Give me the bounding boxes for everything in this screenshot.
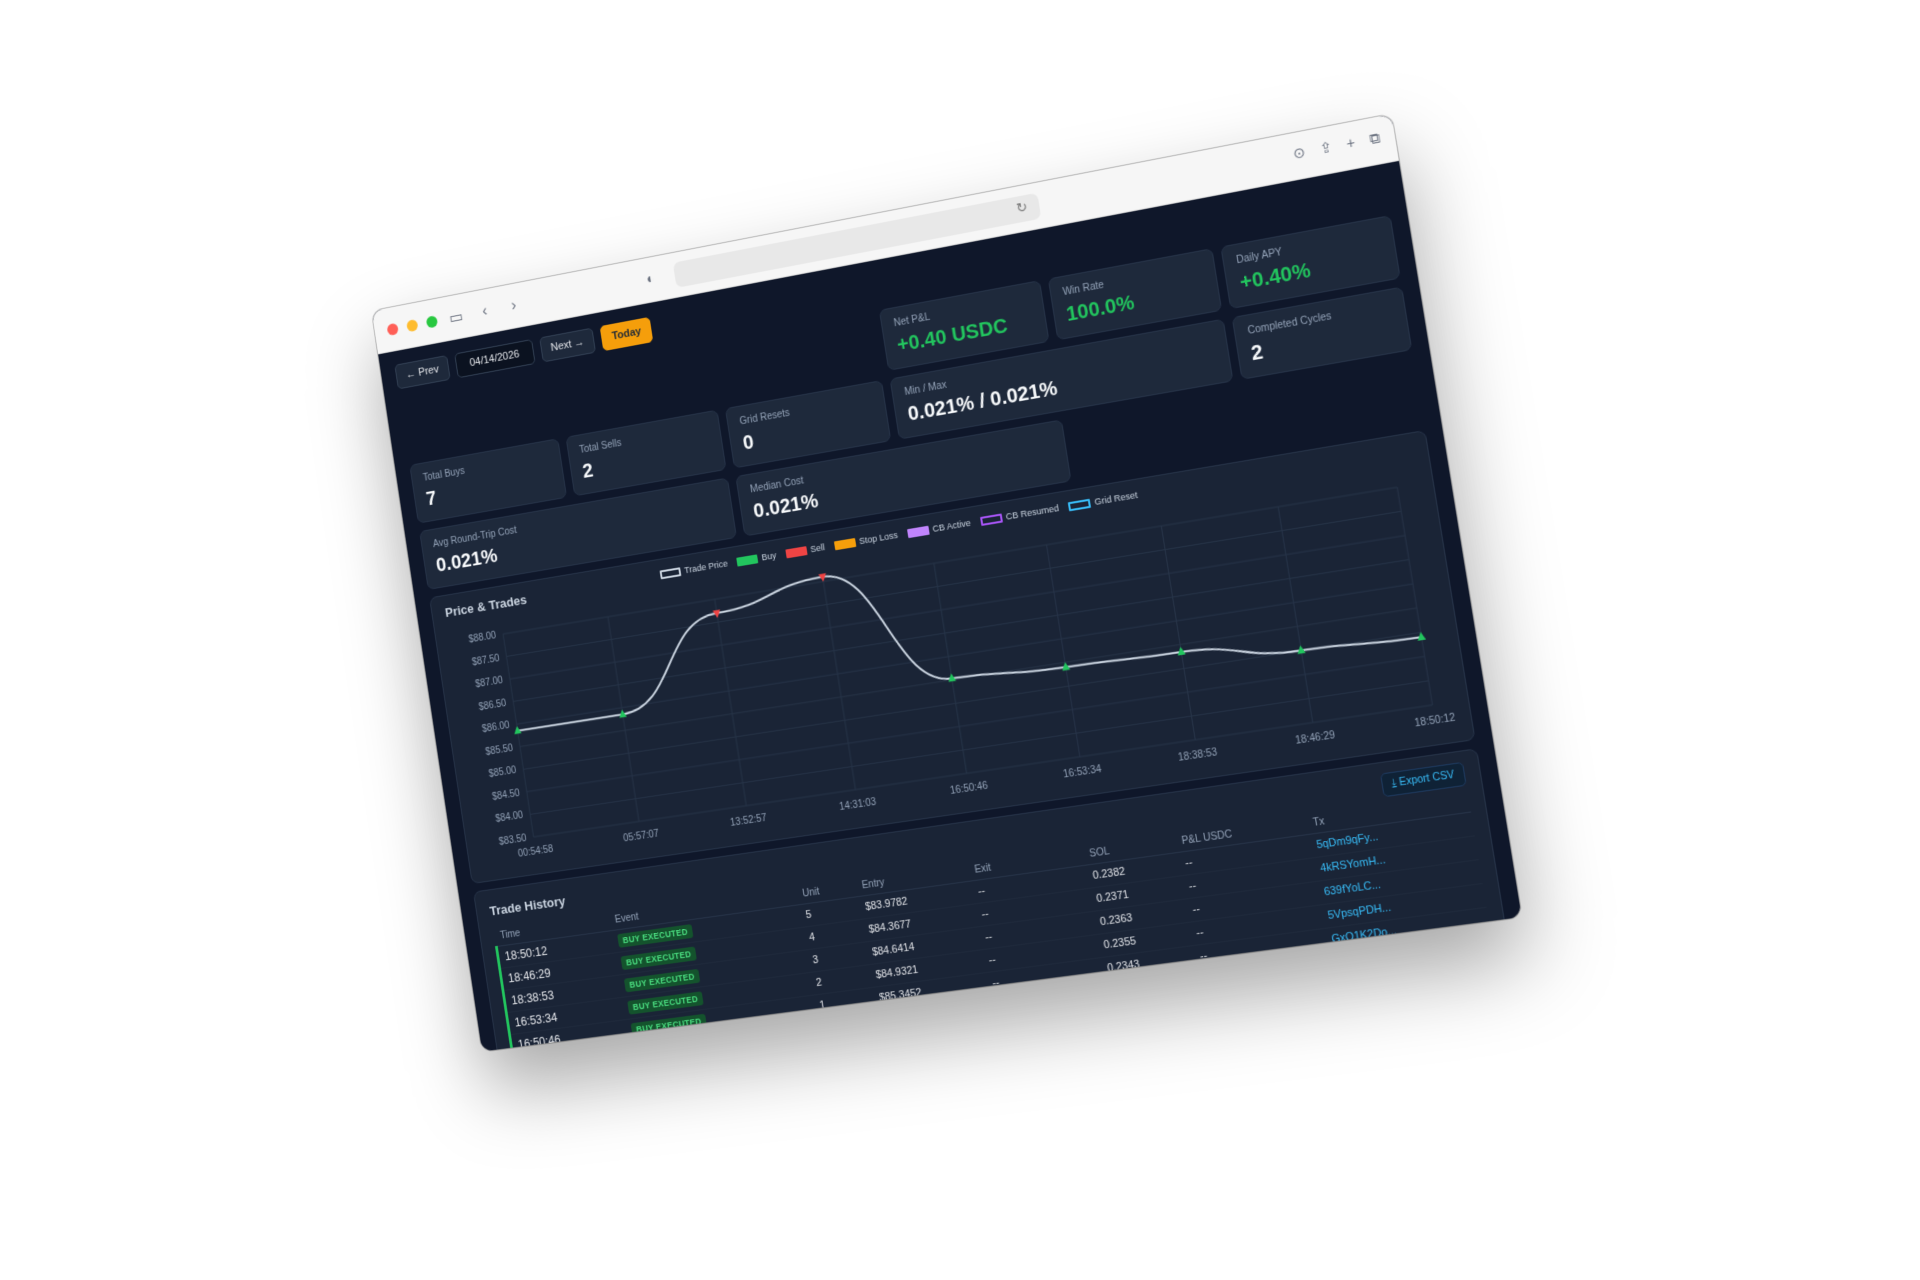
y-tick-label: $86.50 xyxy=(478,698,507,713)
trade-history-title: Trade History xyxy=(488,893,567,919)
screenshot-stage: ▭ ‹ › ◐ ↻ ⊙ ⇪ + ⧉ ← Prev 04/14/2026 Next… xyxy=(0,0,1920,1280)
unit-cell: 2 xyxy=(819,1032,883,1052)
maximize-window-button[interactable] xyxy=(425,314,439,329)
y-tick-label: $87.50 xyxy=(471,653,500,668)
unit-cell: 1 xyxy=(815,1010,879,1041)
browser-window: ▭ ‹ › ◐ ↻ ⊙ ⇪ + ⧉ ← Prev 04/14/2026 Next… xyxy=(371,114,1522,1052)
sol-cell: 0.1165 xyxy=(1114,1039,1211,1052)
y-tick-label: $84.50 xyxy=(491,788,520,803)
event-badge: SELL EXECUTED xyxy=(633,1035,715,1052)
y-tick-label: $85.50 xyxy=(485,743,514,758)
grid-line xyxy=(1047,545,1080,757)
tx-link[interactable]: 5vR9Nc1q... xyxy=(1338,1002,1506,1047)
grid-line xyxy=(1397,487,1432,705)
forward-icon[interactable]: › xyxy=(502,293,525,318)
reload-icon[interactable]: ↻ xyxy=(1015,199,1028,217)
tx-link[interactable]: 34UYS79v... xyxy=(1334,978,1502,1023)
x-tick-label: 16:50:46 xyxy=(949,780,988,797)
grid-line xyxy=(503,634,533,837)
grid-line xyxy=(715,599,747,805)
entry-cell: $85.5305 xyxy=(878,1018,996,1052)
exit-cell: $87.5479 xyxy=(988,980,1107,1019)
export-csv-button[interactable]: ⤓ Export CSV xyxy=(1379,761,1467,798)
pnl-cell: +0.20 xyxy=(1199,975,1335,1016)
share-icon[interactable]: ⇪ xyxy=(1319,138,1334,158)
sol-cell: 0.1165 xyxy=(1103,969,1200,1005)
x-tick-label: 13:52:57 xyxy=(730,813,768,829)
exit-cell: -- xyxy=(998,1050,1118,1052)
x-tick-label: 16:53:34 xyxy=(1062,764,1103,781)
grid-line xyxy=(1278,507,1313,723)
x-tick-label: 18:50:12 xyxy=(1414,712,1456,730)
y-tick-label: $85.00 xyxy=(488,765,517,780)
next-day-button[interactable]: Next → xyxy=(538,327,597,363)
x-tick-label: 05:57:07 xyxy=(623,828,660,844)
exit-cell: $87.2871 xyxy=(991,1004,1111,1042)
x-tick-label: 18:38:53 xyxy=(1177,747,1218,764)
sol-cell: 0.1169 xyxy=(1106,992,1204,1028)
grid-line xyxy=(823,581,855,789)
grid-line xyxy=(934,563,967,773)
shield-icon: ◐ xyxy=(645,269,656,287)
y-tick-label: $84.00 xyxy=(495,810,524,825)
minimize-window-button[interactable] xyxy=(406,318,419,332)
grid-line xyxy=(1161,526,1195,740)
entry-cell: $85.8527 xyxy=(875,995,992,1033)
y-tick-label: $83.50 xyxy=(498,833,527,848)
x-tick-label: 00:54:58 xyxy=(517,844,554,860)
pnl-cell: -- xyxy=(1203,999,1339,1040)
new-tab-icon[interactable]: + xyxy=(1345,134,1356,153)
today-button[interactable]: Today xyxy=(599,316,654,352)
event-badge: BUY EXECUTED xyxy=(630,1013,708,1037)
tx-link[interactable]: 8xiH69vc... xyxy=(1331,955,1499,1000)
grid-line xyxy=(510,536,1405,679)
download-icon[interactable]: ⊙ xyxy=(1292,143,1307,163)
grid-line xyxy=(608,617,639,822)
y-tick-label: $86.00 xyxy=(481,720,510,735)
date-input[interactable]: 04/14/2026 xyxy=(453,339,536,379)
download-icon: ⤓ xyxy=(1390,777,1398,790)
event-cell: SELL EXECUTED xyxy=(631,1040,823,1052)
entry-cell: $85.5305 xyxy=(882,1041,999,1052)
tabs-overview-icon[interactable]: ⧉ xyxy=(1368,129,1381,148)
export-csv-label: Export CSV xyxy=(1398,769,1456,789)
sidebar-toggle-icon[interactable]: ▭ xyxy=(445,304,468,329)
x-tick-label: 18:46:29 xyxy=(1295,730,1336,747)
exit-cell: -- xyxy=(995,1027,1115,1052)
x-tick-label: 14:31:03 xyxy=(839,797,878,814)
browser-actions: ⊙ ⇪ + ⧉ xyxy=(1292,129,1381,163)
grid-line xyxy=(520,608,1417,747)
sol-cell: 0.1169 xyxy=(1110,1015,1207,1051)
prev-day-button[interactable]: ← Prev xyxy=(394,355,451,390)
close-window-button[interactable] xyxy=(386,322,399,336)
grid-line xyxy=(527,657,1425,792)
y-tick-label: $88.00 xyxy=(468,630,497,645)
pnl-cell: -- xyxy=(1206,1022,1343,1052)
pnl-cell: +0.20 xyxy=(1195,952,1332,993)
back-icon[interactable]: ‹ xyxy=(473,299,496,324)
y-tick-label: $87.00 xyxy=(475,675,504,690)
